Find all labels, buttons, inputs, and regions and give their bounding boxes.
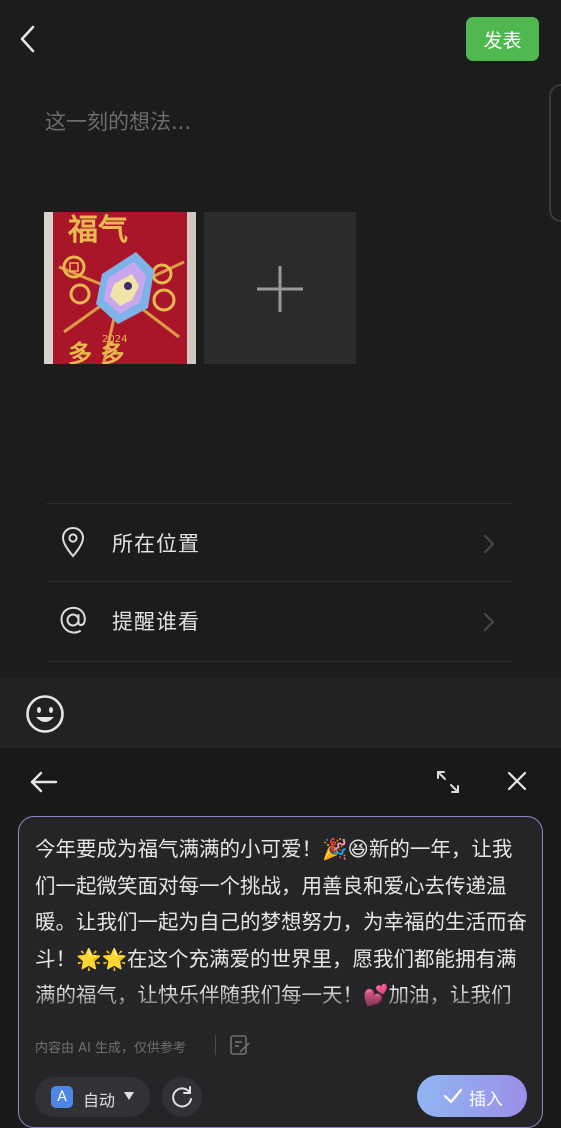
location-pin-icon	[61, 526, 85, 558]
at-sign-icon	[60, 606, 86, 634]
photo-bottom-text: 多 多	[68, 340, 124, 364]
close-button[interactable]	[505, 769, 529, 793]
plus-icon	[257, 266, 303, 312]
divider	[215, 1035, 216, 1055]
emoji-button[interactable]	[24, 693, 66, 735]
location-row[interactable]: 所在位置	[46, 505, 512, 583]
add-photo-button[interactable]	[204, 212, 356, 364]
ai-generated-text[interactable]: 今年要成为福气满满的小可爱！🎉😆新的一年，让我们一起微笑面对每一个挑战，用善良和…	[35, 831, 530, 1019]
back-button[interactable]	[14, 22, 44, 56]
divider	[46, 581, 512, 582]
photo-thumbnail: 福气 2024 多 多	[44, 212, 196, 364]
ai-result-card: 今年要成为福气满满的小可爱！🎉😆新的一年，让我们一起微笑面对每一个挑战，用善良和…	[18, 816, 543, 1128]
mode-label: 自动	[83, 1091, 116, 1110]
publish-button[interactable]: 发表	[466, 17, 539, 61]
auto-mode-icon: A	[51, 1086, 73, 1108]
ai-disclaimer: 内容由 AI 生成，仅供参考	[35, 1041, 186, 1056]
chevron-right-icon	[484, 535, 494, 553]
divider	[46, 661, 512, 662]
refresh-icon	[172, 1086, 192, 1108]
smiley-icon	[26, 695, 64, 733]
edit-note-icon	[230, 1035, 250, 1055]
attached-photo[interactable]: 福气 2024 多 多	[44, 212, 196, 364]
insert-label: 插入	[469, 1090, 503, 1110]
divider	[46, 503, 512, 504]
chevron-left-icon	[20, 25, 35, 53]
ai-back-button[interactable]	[28, 768, 60, 796]
location-label: 所在位置	[112, 532, 200, 556]
mention-label: 提醒谁看	[112, 610, 200, 634]
expand-button[interactable]	[434, 768, 462, 796]
close-icon	[507, 771, 527, 791]
regenerate-button[interactable]	[162, 1077, 202, 1117]
mode-selector[interactable]: A 自动	[35, 1077, 150, 1117]
chevron-right-icon	[484, 613, 494, 631]
insert-button[interactable]: 插入	[417, 1075, 527, 1117]
emoji-toolbar	[0, 678, 561, 748]
text-fade-overlay	[35, 989, 530, 1019]
caret-down-icon	[124, 1092, 134, 1100]
side-drawer-handle[interactable]	[549, 84, 561, 222]
arrow-left-icon	[30, 771, 58, 793]
top-bar: 发表	[0, 0, 561, 80]
expand-icon	[437, 771, 459, 793]
post-text-input[interactable]: 这一刻的想法...	[45, 106, 191, 136]
edit-button[interactable]	[229, 1033, 251, 1057]
mention-row[interactable]: 提醒谁看	[46, 583, 512, 661]
ai-writing-panel: 今年要成为福气满满的小可爱！🎉😆新的一年，让我们一起微笑面对每一个挑战，用善良和…	[0, 748, 561, 1128]
check-icon	[443, 1088, 463, 1104]
photo-top-text: 福气	[67, 213, 128, 248]
